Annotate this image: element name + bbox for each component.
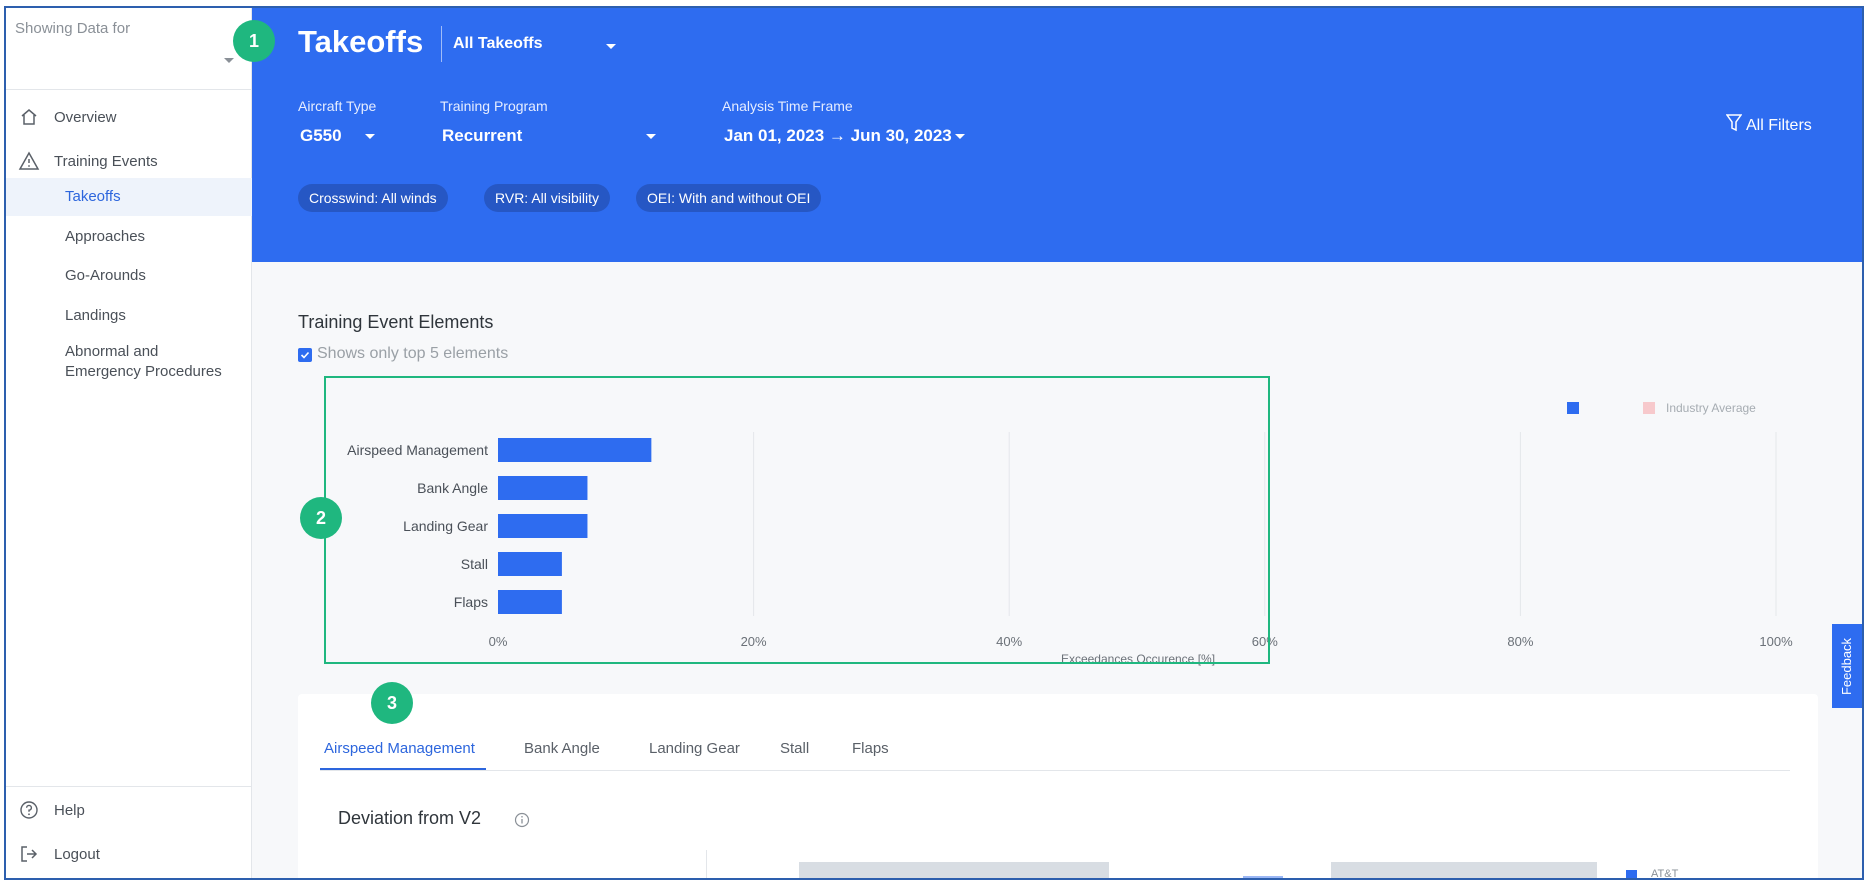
filter-icon — [1725, 114, 1743, 137]
takeoff-type-dropdown[interactable]: All Takeoffs — [453, 35, 543, 53]
title-divider — [441, 26, 442, 62]
chevron-down-icon[interactable] — [606, 44, 616, 49]
sidebar-item-abnormal-emergency[interactable]: Abnormal and Emergency Procedures — [6, 340, 252, 384]
tab-stall[interactable]: Stall — [780, 740, 809, 757]
callout-2: 2 — [300, 497, 342, 539]
nav-help[interactable]: Help — [6, 791, 252, 829]
all-filters-label: All Filters — [1746, 116, 1812, 134]
element-detail-card: Airspeed Management Bank Angle Landing G… — [298, 694, 1818, 880]
nav-overview[interactable]: Overview — [6, 98, 252, 136]
lower-legend-label: AT&T — [1651, 868, 1679, 880]
tab-flaps[interactable]: Flaps — [852, 740, 889, 757]
sidebar-item-go-arounds[interactable]: Go-Arounds — [6, 257, 252, 295]
lower-chart-marker — [1243, 876, 1283, 878]
sidebar-item-approaches[interactable]: Approaches — [6, 218, 252, 256]
callout-3: 3 — [371, 682, 413, 724]
chart-highlight-box — [324, 376, 1270, 664]
logout-label: Logout — [54, 845, 100, 863]
help-circle-icon — [17, 798, 41, 822]
chevron-down-icon[interactable] — [646, 134, 656, 139]
nav-logout[interactable]: Logout — [6, 835, 252, 873]
data-selector[interactable]: Showing Data for — [6, 8, 252, 90]
nav-overview-label: Overview — [54, 108, 117, 126]
sidebar: Showing Data for Overview Training Event… — [6, 8, 252, 878]
abnormal-label-line2: Emergency Procedures — [65, 363, 222, 380]
chevron-down-icon[interactable] — [224, 58, 234, 63]
tabs-divider — [320, 770, 1790, 771]
abnormal-label-line1: Abnormal and — [65, 343, 159, 360]
filter-chip-rvr[interactable]: RVR: All visibility — [484, 184, 610, 212]
time-frame-dropdown[interactable]: Jan 01, 2023 → Jun 30, 2023 — [724, 126, 952, 146]
aircraft-type-label: Aircraft Type — [298, 98, 377, 114]
showing-data-label: Showing Data for — [15, 20, 131, 37]
filter-chip-crosswind[interactable]: Crosswind: All winds — [298, 184, 448, 212]
lower-legend-marker — [1626, 870, 1637, 878]
aircraft-type-dropdown[interactable]: G550 — [300, 126, 342, 146]
feedback-label: Feedback — [1839, 637, 1855, 695]
sidebar-item-landings[interactable]: Landings — [6, 297, 252, 335]
nav-training-events[interactable]: Training Events — [6, 142, 252, 180]
top5-checkbox[interactable] — [298, 348, 312, 362]
tab-landing-gear[interactable]: Landing Gear — [649, 740, 740, 757]
x-tick-label: 100% — [1759, 634, 1793, 649]
time-frame-label: Analysis Time Frame — [722, 98, 853, 114]
warning-triangle-icon — [17, 149, 41, 173]
page-header: Takeoffs All Takeoffs Aircraft Type G550… — [252, 8, 1862, 262]
chevron-down-icon[interactable] — [365, 134, 375, 139]
info-icon[interactable] — [514, 812, 530, 833]
top5-checkbox-label: Shows only top 5 elements — [317, 345, 509, 362]
all-filters-button[interactable]: All Filters — [1725, 114, 1812, 137]
sidebar-footer: Help Logout — [6, 786, 252, 878]
filter-chip-oei[interactable]: OEI: With and without OEI — [636, 184, 822, 212]
legend-series-marker — [1567, 402, 1579, 414]
lower-chart-bar — [799, 862, 1109, 878]
page-title: Takeoffs — [298, 24, 424, 59]
nav-training-events-label: Training Events — [54, 152, 158, 170]
x-tick-label: 80% — [1507, 634, 1533, 649]
legend-industry-average-label: Industry Average — [1666, 401, 1756, 415]
checkmark-icon — [300, 351, 310, 359]
app-frame: Showing Data for Overview Training Event… — [4, 6, 1864, 880]
tab-bank-angle[interactable]: Bank Angle — [524, 740, 600, 757]
legend-industry-average-marker — [1643, 402, 1655, 414]
tab-airspeed-management[interactable]: Airspeed Management — [324, 740, 475, 757]
deviation-title: Deviation from V2 — [338, 808, 482, 828]
section-title-elements: Training Event Elements — [298, 312, 494, 332]
lower-chart-bar — [1331, 862, 1597, 878]
home-icon — [17, 105, 41, 129]
sidebar-item-takeoffs[interactable]: Takeoffs — [6, 178, 252, 216]
chevron-down-icon[interactable] — [955, 134, 965, 139]
training-program-label: Training Program — [440, 98, 548, 114]
panel-divider — [706, 850, 707, 878]
callout-1: 1 — [233, 20, 275, 62]
help-label: Help — [54, 801, 85, 819]
feedback-button[interactable]: Feedback — [1832, 624, 1862, 708]
training-program-dropdown[interactable]: Recurrent — [442, 126, 522, 146]
logout-icon — [17, 842, 41, 866]
